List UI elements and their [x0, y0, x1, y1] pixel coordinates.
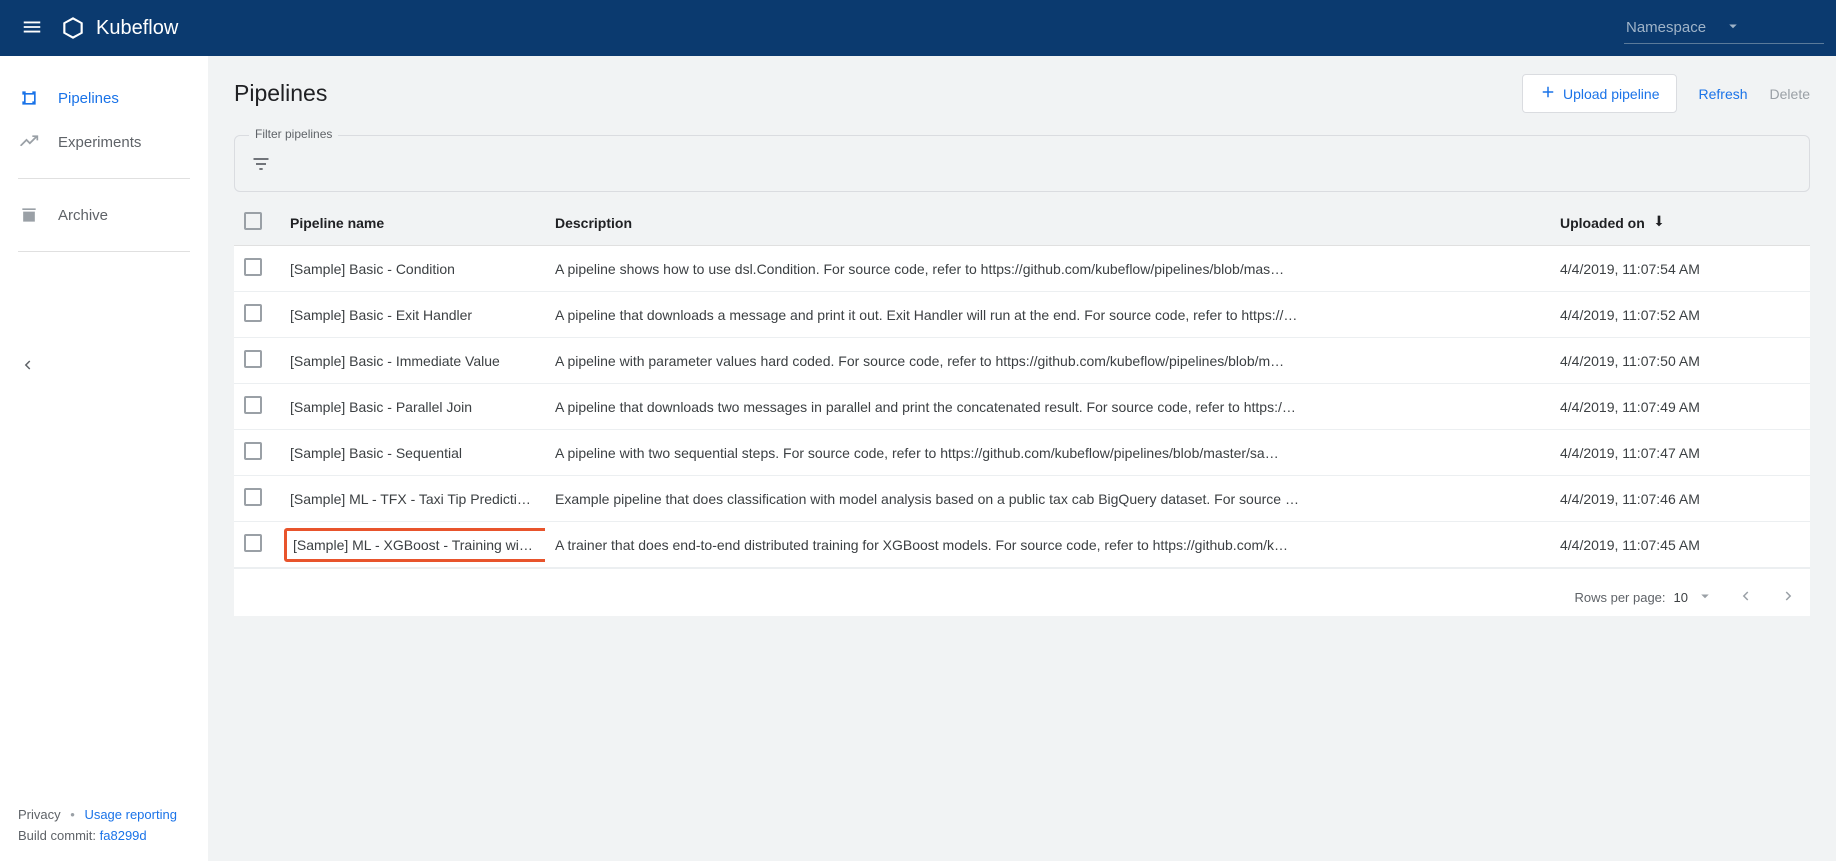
sidebar-item-label: Experiments: [58, 134, 141, 151]
table-pager: Rows per page: 10: [234, 568, 1810, 616]
page-title: Pipelines: [234, 80, 327, 107]
sidebar-item-experiments[interactable]: Experiments: [0, 120, 208, 164]
col-header-uploaded-label: Uploaded on: [1560, 215, 1645, 231]
pipeline-description: A trainer that does end-to-end distribut…: [545, 522, 1550, 568]
sidebar-footer: Privacy • Usage reporting Build commit: …: [0, 793, 208, 861]
brand-title: Kubeflow: [96, 17, 178, 40]
pipelines-icon: [18, 87, 40, 109]
delete-button[interactable]: Delete: [1770, 86, 1810, 102]
pipeline-uploaded: 4/4/2019, 11:07:46 AM: [1550, 476, 1810, 522]
pipeline-description: A pipeline shows how to use dsl.Conditio…: [545, 246, 1550, 292]
sidebar: Pipelines Experiments Archive Privacy •: [0, 56, 208, 861]
table-row[interactable]: [Sample] Basic - Immediate Value A pipeli…: [234, 338, 1810, 384]
table-row[interactable]: [Sample] ML - TFX - Taxi Tip Predictio… E…: [234, 476, 1810, 522]
filter-icon: [251, 161, 271, 177]
sort-desc-icon: [1651, 213, 1667, 232]
pipeline-uploaded: 4/4/2019, 11:07:49 AM: [1550, 384, 1810, 430]
dropdown-icon[interactable]: [1696, 587, 1714, 608]
page-header: Pipelines Upload pipeline Refresh Delete: [234, 74, 1810, 113]
privacy-link[interactable]: Privacy: [18, 807, 61, 822]
chevron-left-icon: [18, 361, 36, 377]
sidebar-item-pipelines[interactable]: Pipelines: [0, 76, 208, 120]
refresh-button[interactable]: Refresh: [1699, 86, 1748, 102]
pipeline-description: A pipeline with two sequential steps. Fo…: [545, 430, 1550, 476]
pipeline-name-link[interactable]: [Sample] ML - TFX - Taxi Tip Predictio…: [290, 491, 539, 507]
table-row[interactable]: [Sample] Basic - Exit Handler A pipeline …: [234, 292, 1810, 338]
rows-per-page-value[interactable]: 10: [1674, 590, 1688, 605]
usage-reporting-link[interactable]: Usage reporting: [84, 807, 177, 822]
sidebar-separator: [18, 251, 190, 252]
namespace-selector[interactable]: Namespace: [1624, 13, 1824, 44]
chevron-right-icon: [1780, 593, 1798, 608]
select-all-checkbox[interactable]: [244, 212, 262, 230]
col-header-name[interactable]: Pipeline name: [280, 200, 545, 246]
row-checkbox[interactable]: [244, 488, 262, 506]
pipeline-description: Example pipeline that does classificatio…: [545, 476, 1550, 522]
col-header-description[interactable]: Description: [545, 200, 1550, 246]
pipeline-name-link[interactable]: [Sample] Basic - Condition: [290, 261, 455, 277]
pipeline-uploaded: 4/4/2019, 11:07:52 AM: [1550, 292, 1810, 338]
sidebar-item-label: Pipelines: [58, 90, 119, 107]
pipeline-name-link[interactable]: [Sample] Basic - Parallel Join: [290, 399, 472, 415]
pager-prev-button[interactable]: [1732, 583, 1758, 612]
table-row[interactable]: [Sample] ML - XGBoost - Training with …A…: [234, 522, 1810, 568]
row-checkbox[interactable]: [244, 442, 262, 460]
sidebar-item-label: Archive: [58, 207, 108, 224]
filter-box[interactable]: Filter pipelines: [234, 135, 1810, 192]
sidebar-item-archive[interactable]: Archive: [0, 193, 208, 237]
col-header-uploaded[interactable]: Uploaded on: [1550, 200, 1810, 246]
app-header: Kubeflow Namespace: [0, 0, 1836, 56]
dot-separator: •: [70, 807, 75, 822]
pipeline-uploaded: 4/4/2019, 11:07:50 AM: [1550, 338, 1810, 384]
filter-legend: Filter pipelines: [249, 127, 338, 141]
upload-pipeline-button[interactable]: Upload pipeline: [1522, 74, 1677, 113]
row-checkbox[interactable]: [244, 350, 262, 368]
sidebar-separator: [18, 178, 190, 179]
rows-per-page-label: Rows per page:: [1574, 590, 1665, 605]
experiments-icon: [18, 131, 40, 153]
hamburger-icon: [21, 16, 43, 41]
pipeline-description: A pipeline that downloads two messages i…: [545, 384, 1550, 430]
table-row[interactable]: [Sample] Basic - Condition A pipeline sho…: [234, 246, 1810, 292]
brand: Kubeflow: [60, 15, 178, 41]
row-checkbox[interactable]: [244, 304, 262, 322]
pipeline-description: A pipeline with parameter values hard co…: [545, 338, 1550, 384]
pipeline-uploaded: 4/4/2019, 11:07:54 AM: [1550, 246, 1810, 292]
pipeline-name-link[interactable]: [Sample] Basic - Exit Handler: [290, 307, 472, 323]
table-row[interactable]: [Sample] Basic - Parallel Join A pipeline…: [234, 384, 1810, 430]
pipeline-description: A pipeline that downloads a message and …: [545, 292, 1550, 338]
pipeline-name-link[interactable]: [Sample] Basic - Sequential: [290, 445, 462, 461]
table-row[interactable]: [Sample] Basic - Sequential A pipeline wi…: [234, 430, 1810, 476]
page-actions: Upload pipeline Refresh Delete: [1522, 74, 1810, 113]
main-content: Pipelines Upload pipeline Refresh Delete…: [208, 56, 1836, 861]
build-commit-link[interactable]: fa8299d: [100, 828, 147, 843]
namespace-label: Namespace: [1626, 19, 1724, 36]
pipeline-name-link[interactable]: [Sample] Basic - Immediate Value: [290, 353, 500, 369]
plus-icon: [1539, 83, 1557, 104]
row-checkbox[interactable]: [244, 396, 262, 414]
pager-next-button[interactable]: [1776, 583, 1802, 612]
pipeline-name-link[interactable]: [Sample] ML - XGBoost - Training with …: [293, 537, 545, 553]
chevron-left-icon: [1736, 593, 1754, 608]
sidebar-collapse-button[interactable]: [18, 356, 36, 377]
upload-pipeline-label: Upload pipeline: [1563, 86, 1660, 102]
build-commit-label: Build commit:: [18, 828, 100, 843]
highlighted-pipeline: [Sample] ML - XGBoost - Training with …: [284, 528, 545, 562]
pipeline-uploaded: 4/4/2019, 11:07:45 AM: [1550, 522, 1810, 568]
pipelines-table: Pipeline name Description Uploaded on [S…: [234, 200, 1810, 568]
menu-toggle-button[interactable]: [12, 8, 52, 48]
kubeflow-logo-icon: [60, 15, 86, 41]
archive-icon: [18, 204, 40, 226]
dropdown-icon: [1724, 17, 1822, 39]
table-header-row: Pipeline name Description Uploaded on: [234, 200, 1810, 246]
pipeline-uploaded: 4/4/2019, 11:07:47 AM: [1550, 430, 1810, 476]
row-checkbox[interactable]: [244, 534, 262, 552]
row-checkbox[interactable]: [244, 258, 262, 276]
